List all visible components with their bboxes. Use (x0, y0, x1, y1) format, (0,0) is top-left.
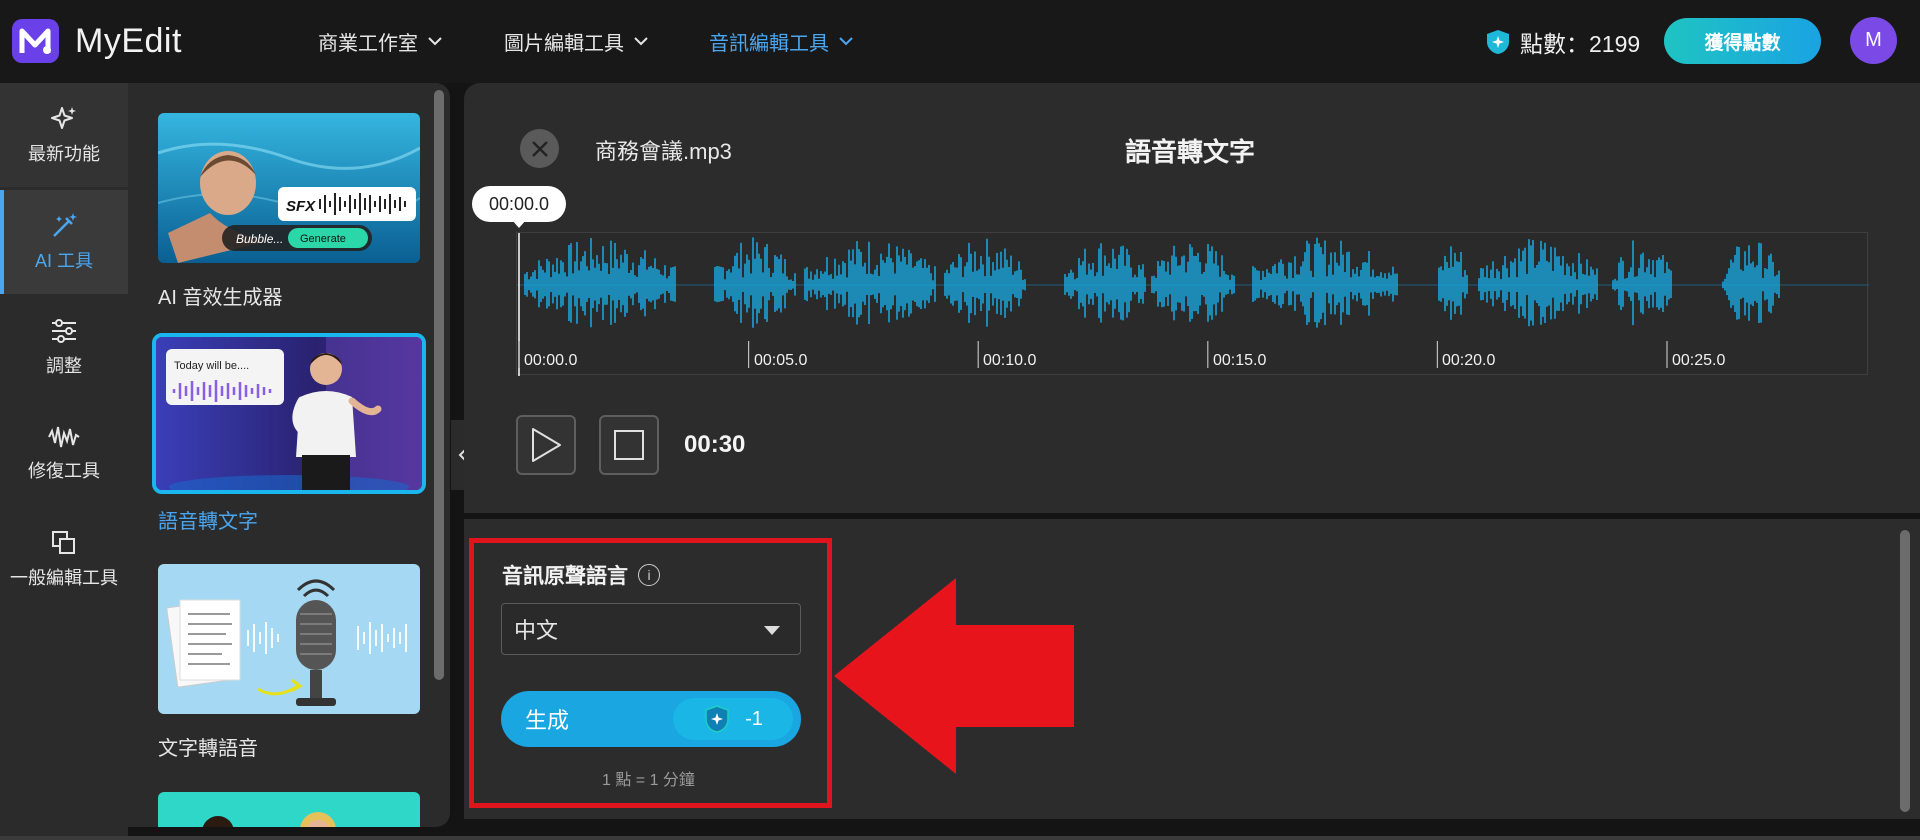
sfx-thumbnail: SFX Bubble... Generate (158, 113, 420, 263)
sfx-prompt-text: Bubble... (236, 232, 283, 246)
tool-label-ai-sfx[interactable]: AI 音效生成器 (158, 281, 282, 310)
chevron-down-icon (428, 37, 442, 46)
rail-label: 修復工具 (28, 461, 100, 481)
close-icon (531, 140, 548, 157)
tool-card-ai-sfx[interactable]: SFX Bubble... Generate (158, 113, 420, 263)
nav-label: 音訊編輯工具 (709, 33, 829, 55)
left-rail: 最新功能 AI 工具 調整 修復工具 一般編輯工具 (0, 83, 128, 840)
settings-scrollbar[interactable] (1900, 530, 1910, 812)
tick-label: 00:05.0 (754, 352, 808, 369)
stop-button[interactable] (599, 415, 659, 475)
sfx-tag-text: SFX (286, 198, 316, 215)
tool-card-text-to-speech[interactable] (158, 564, 420, 714)
nav-business-studio[interactable]: 商業工作室 (318, 27, 442, 56)
rail-label: 調整 (46, 356, 82, 376)
tts-thumbnail (158, 564, 420, 714)
nav-photo-tools[interactable]: 圖片編輯工具 (504, 27, 648, 56)
current-time-bubble: 00:00.0 (472, 186, 566, 228)
rail-label: AI 工具 (34, 251, 93, 271)
stop-icon (614, 430, 644, 460)
magic-wand-icon (53, 213, 77, 237)
tool-card-speech-to-text[interactable]: Today will be.... (152, 333, 426, 494)
rail-item-latest[interactable]: 最新功能 (0, 83, 128, 187)
rail-item-ai-tools[interactable]: AI 工具 (0, 190, 128, 294)
play-icon (532, 428, 561, 462)
bottom-strip (0, 836, 1920, 840)
get-points-button[interactable]: 獲得點數 (1664, 18, 1821, 64)
tick-label: 00:10.0 (983, 352, 1037, 369)
tool-list-panel: SFX Bubble... Generate AI 音效生成器 Today wi… (128, 83, 450, 827)
points-text: 點數：2199 (1520, 31, 1641, 57)
tick-label: 00:00.0 (524, 352, 578, 369)
myedit-logo-icon[interactable] (12, 19, 59, 63)
tick-label: 00:25.0 (1672, 352, 1726, 369)
rail-item-adjust[interactable]: 調整 (0, 295, 128, 399)
nav-audio-tools[interactable]: 音訊編輯工具 (709, 27, 853, 56)
rail-item-repair[interactable]: 修復工具 (0, 401, 128, 505)
chevron-down-icon (634, 37, 648, 46)
arrow-left-icon (834, 578, 1074, 774)
nav-label: 圖片編輯工具 (504, 33, 624, 55)
layers-icon (52, 531, 75, 554)
tool-list-scrollbar[interactable] (434, 90, 444, 680)
sparkle-icon (51, 107, 76, 129)
sfx-generate-text: Generate (300, 233, 346, 245)
stt-caption-text: Today will be.... (174, 360, 249, 372)
total-duration: 00:30 (684, 431, 746, 458)
avatar[interactable]: M (1850, 17, 1897, 64)
nav-label: 商業工作室 (318, 33, 418, 55)
partial-thumbnail (158, 792, 420, 827)
rail-label: 一般編輯工具 (10, 568, 118, 588)
points-shield-icon (1487, 30, 1509, 54)
close-file-button[interactable] (520, 129, 559, 168)
play-button[interactable] (516, 415, 576, 475)
tick-label: 00:15.0 (1213, 352, 1267, 369)
highlight-box (469, 538, 832, 808)
brand-name[interactable]: MyEdit (75, 22, 182, 61)
tool-label-text-to-speech[interactable]: 文字轉語音 (158, 732, 258, 761)
page-title: 語音轉文字 (1125, 137, 1256, 167)
waveform-icon (48, 426, 80, 448)
stt-thumbnail: Today will be.... (156, 337, 422, 490)
sliders-icon (52, 319, 76, 343)
tick-label: 00:20.0 (1442, 352, 1496, 369)
tool-label-speech-to-text[interactable]: 語音轉文字 (158, 505, 258, 534)
top-bar: MyEdit 商業工作室 圖片編輯工具 音訊編輯工具 點數：2199 獲得點數 … (0, 0, 1920, 83)
file-name: 商務會議.mp3 (595, 139, 732, 164)
waveform (517, 233, 1869, 376)
rail-label: 最新功能 (28, 144, 100, 164)
tool-card-partial[interactable] (158, 792, 420, 827)
waveform-timeline[interactable] (516, 232, 1869, 376)
rail-item-general-edit[interactable]: 一般編輯工具 (0, 507, 128, 611)
chevron-down-icon (839, 37, 853, 46)
points-balance: 點數：2199 (1484, 25, 1640, 59)
